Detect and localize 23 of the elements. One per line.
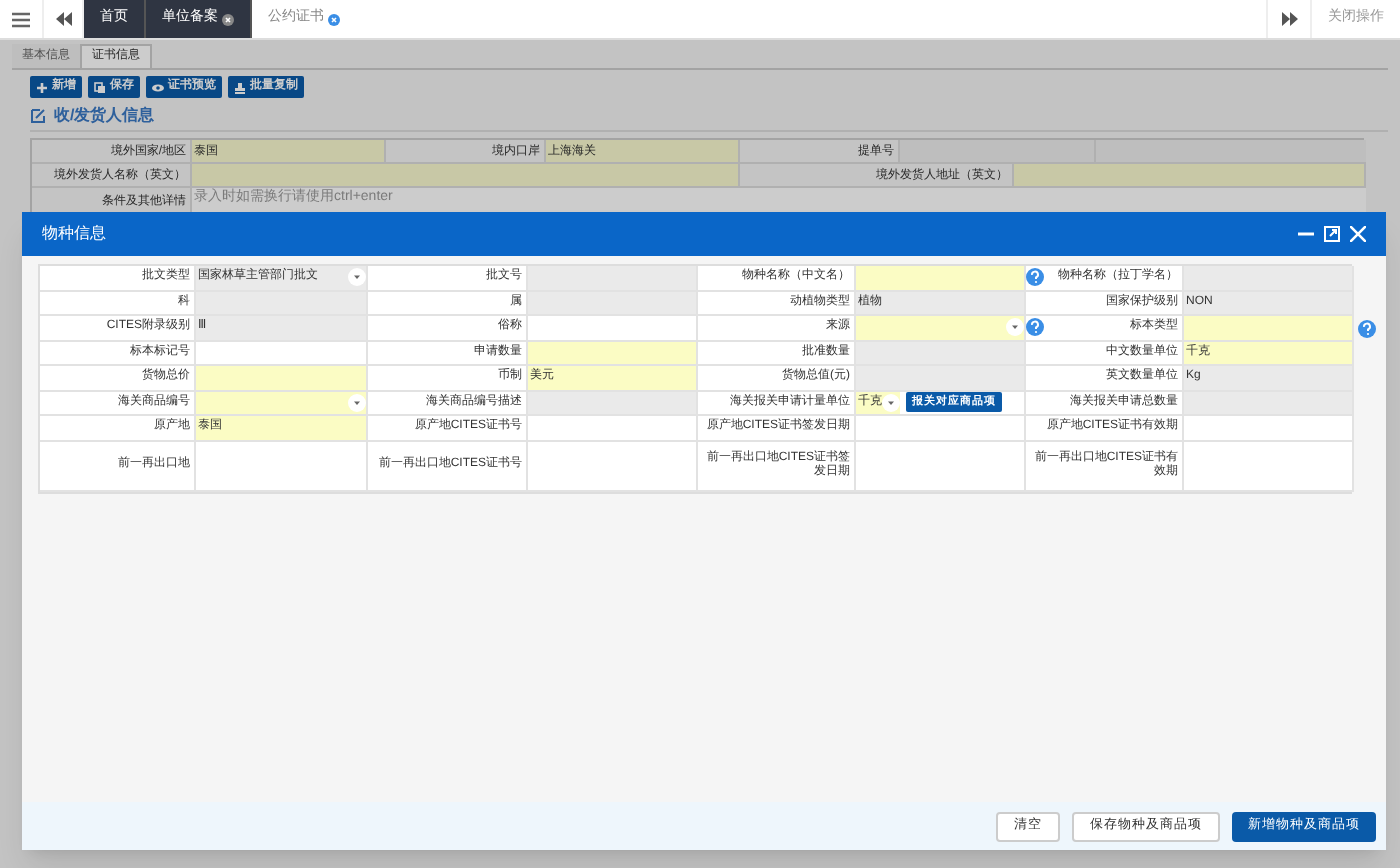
input-field[interactable] [192,164,740,188]
help-icon[interactable] [1026,318,1044,337]
input-field[interactable] [1096,140,1366,164]
help-icon[interactable] [1026,268,1044,287]
input-field[interactable] [528,341,696,364]
input-field[interactable] [856,266,1024,289]
dialog-title: 物种信息 [42,222,106,246]
section-title: 收/发货人信息 [54,104,155,128]
input-field[interactable] [196,391,366,414]
maximize-icon[interactable] [1324,226,1340,242]
stamp-icon [234,81,246,93]
input-field[interactable] [1184,316,1352,339]
input-field[interactable] [856,316,1024,339]
eye-icon [152,81,164,93]
input-field[interactable] [1014,164,1366,188]
input-field[interactable] [900,140,1096,164]
close-icon[interactable] [1350,226,1366,242]
close-icon[interactable] [222,13,234,25]
help-icon[interactable] [1358,320,1376,338]
plus-icon [36,81,48,93]
copy-icon [94,81,106,93]
input-field[interactable] [196,366,366,389]
edit-icon [30,108,46,124]
